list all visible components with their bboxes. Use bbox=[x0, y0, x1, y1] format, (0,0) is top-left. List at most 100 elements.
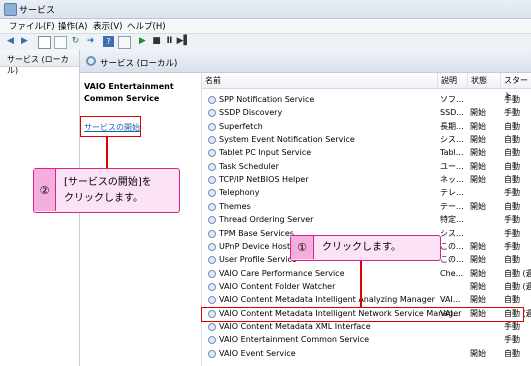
service-status-cell: 開始 bbox=[470, 175, 486, 185]
service-name-cell: User Profile Service bbox=[219, 255, 297, 265]
column-header-description[interactable]: 説明 bbox=[438, 73, 468, 88]
gear-icon bbox=[208, 282, 216, 291]
service-list: 名前 説明 状態 スタート SPP Notification Service ソフ… bbox=[201, 73, 531, 366]
gear-icon bbox=[86, 56, 96, 66]
table-row[interactable]: SSDP Discovery SSD... 開始 手動 bbox=[202, 107, 531, 119]
gear-icon bbox=[208, 149, 216, 158]
gear-icon bbox=[208, 242, 216, 251]
export-icon[interactable]: ➜ bbox=[85, 36, 96, 47]
service-name-cell: TCP/IP NetBIOS Helper bbox=[219, 175, 309, 185]
service-description-cell: この... bbox=[440, 241, 464, 251]
service-description-cell: テー... bbox=[440, 201, 464, 211]
service-status-cell: 開始 bbox=[470, 121, 486, 131]
table-row[interactable]: System Event Notification Service シス... 開始… bbox=[202, 134, 531, 146]
back-arrow-icon[interactable]: ◀ bbox=[5, 36, 16, 47]
service-description-cell: ソフ... bbox=[440, 95, 464, 104]
gear-icon bbox=[208, 109, 216, 118]
properties-icon[interactable] bbox=[54, 36, 67, 49]
service-description-cell: VAI... bbox=[440, 295, 461, 305]
help-icon[interactable]: ? bbox=[103, 36, 114, 47]
gear-icon bbox=[208, 229, 216, 238]
service-description-cell: 長期... bbox=[440, 121, 464, 131]
restart-icon[interactable]: ▶▌ bbox=[177, 36, 191, 47]
service-startup-cell: 手動 bbox=[504, 241, 520, 251]
service-description-cell: ネッ... bbox=[440, 175, 464, 185]
service-startup-cell: 自動 bbox=[504, 175, 520, 185]
column-header-status[interactable]: 状態 bbox=[468, 73, 501, 88]
table-row[interactable]: Tablet PC Input Service Tabl... 開始 自動 bbox=[202, 147, 531, 159]
view-icon[interactable] bbox=[118, 36, 131, 49]
step1-callout: ① クリックします。 bbox=[290, 235, 441, 261]
table-row[interactable]: VAIO Entertainment Common Service 手動 bbox=[202, 334, 531, 346]
service-name-cell: VAIO Entertainment Common Service bbox=[219, 335, 370, 345]
service-status-cell: 開始 bbox=[470, 135, 486, 145]
service-status-cell: 開始 bbox=[470, 295, 486, 305]
selected-row-highlight bbox=[201, 307, 524, 322]
table-row[interactable]: VAIO Care Performance Service Che... 開始 自動 … bbox=[202, 268, 531, 280]
step1-text: クリックします。 bbox=[322, 242, 401, 253]
column-header-name[interactable]: 名前 bbox=[202, 73, 438, 88]
service-name-cell: VAIO Content Folder Watcher bbox=[219, 281, 336, 291]
tree-item-label: サービス (ローカル) bbox=[7, 55, 69, 75]
table-row[interactable]: VAIO Content Metadata Intelligent Analyz… bbox=[202, 294, 531, 306]
service-name-cell: VAIO Event Service bbox=[219, 348, 296, 358]
gear-icon bbox=[208, 256, 216, 265]
step2-number: ② bbox=[34, 169, 56, 211]
service-description-cell: ユー... bbox=[440, 161, 464, 171]
service-name-cell: System Event Notification Service bbox=[219, 135, 355, 145]
service-startup-cell: 手動 bbox=[504, 215, 520, 225]
column-header-startup[interactable]: スタート bbox=[501, 73, 531, 100]
selected-service-name: VAIO Entertainment Common Service bbox=[84, 82, 174, 103]
gear-icon bbox=[208, 296, 216, 305]
gear-icon bbox=[208, 336, 216, 345]
table-row[interactable]: Task Scheduler ユー... 開始 自動 bbox=[202, 161, 531, 173]
pause-icon[interactable]: Ⅱ bbox=[164, 36, 175, 47]
toolbar: ◀ ▶ ↻ ➜ ? ▶ ■ Ⅱ ▶▌ bbox=[0, 34, 531, 51]
play-icon[interactable]: ▶ bbox=[137, 36, 148, 47]
service-name-cell: Task Scheduler bbox=[219, 161, 279, 171]
table-row[interactable]: VAIO Content Metadata XML Interface 手動 bbox=[202, 321, 531, 333]
service-name-cell: Superfetch bbox=[219, 121, 263, 131]
menu-help[interactable]: ヘルプ(H) bbox=[127, 20, 166, 32]
table-row[interactable]: TCP/IP NetBIOS Helper ネッ... 開始 自動 bbox=[202, 174, 531, 186]
gear-icon bbox=[208, 216, 216, 225]
table-row[interactable]: Themes テー... 開始 自動 bbox=[202, 201, 531, 213]
refresh-icon[interactable]: ↻ bbox=[70, 36, 81, 47]
service-startup-cell: 自動 bbox=[504, 201, 520, 211]
forward-arrow-icon[interactable]: ▶ bbox=[19, 36, 30, 47]
step2-callout: ② [サービスの開始]を クリックします。 bbox=[33, 168, 180, 213]
main-header-title: サービス (ローカル) bbox=[100, 59, 178, 69]
menu-bar: ファイル(F) 操作(A) 表示(V) ヘルプ(H) bbox=[0, 19, 531, 34]
gear-icon bbox=[208, 176, 216, 185]
table-row[interactable]: VAIO Event Service 開始 自動 bbox=[202, 348, 531, 360]
stop-icon[interactable]: ■ bbox=[151, 36, 162, 47]
service-status-cell: 開始 bbox=[470, 201, 486, 211]
menu-file[interactable]: ファイル(F) bbox=[9, 20, 55, 32]
service-name-cell: SSDP Discovery bbox=[219, 108, 283, 118]
service-startup-cell: 自動 bbox=[504, 255, 520, 265]
service-name-cell: SPP Notification Service bbox=[219, 95, 315, 104]
service-name-cell: Themes bbox=[219, 201, 251, 211]
service-startup-cell: 自動 bbox=[504, 295, 520, 305]
service-status-cell: 開始 bbox=[470, 268, 486, 278]
service-name-cell: VAIO Content Metadata Intelligent Analyz… bbox=[219, 295, 435, 305]
tree-item-services-local[interactable]: サービス (ローカル) bbox=[0, 50, 79, 75]
service-description-cell: 特定... bbox=[440, 215, 464, 225]
menu-action[interactable]: 操作(A) bbox=[58, 20, 87, 32]
menu-view[interactable]: 表示(V) bbox=[93, 20, 122, 32]
service-startup-cell: 自動 (遅延 bbox=[504, 268, 531, 278]
table-row[interactable]: Thread Ordering Server 特定... 手動 bbox=[202, 214, 531, 226]
console-tree-icon[interactable] bbox=[38, 36, 51, 49]
service-startup-cell: 手動 bbox=[504, 95, 520, 104]
step2-text-line1: [サービスの開始]を bbox=[64, 177, 152, 188]
service-description-cell: Tabl... bbox=[440, 148, 464, 158]
table-row[interactable]: Superfetch 長期... 開始 自動 bbox=[202, 121, 531, 133]
table-row[interactable]: Telephony テレ... 手動 bbox=[202, 187, 531, 199]
service-description-cell: この... bbox=[440, 255, 464, 265]
service-description-cell: テレ... bbox=[440, 188, 464, 198]
table-row[interactable]: SPP Notification Service ソフ... 手動 bbox=[202, 94, 531, 106]
service-startup-cell: 自動 bbox=[504, 135, 520, 145]
gear-icon bbox=[208, 349, 216, 358]
table-row[interactable]: VAIO Content Folder Watcher 開始 自動 (遅延 bbox=[202, 281, 531, 293]
step1-connector bbox=[360, 260, 362, 307]
